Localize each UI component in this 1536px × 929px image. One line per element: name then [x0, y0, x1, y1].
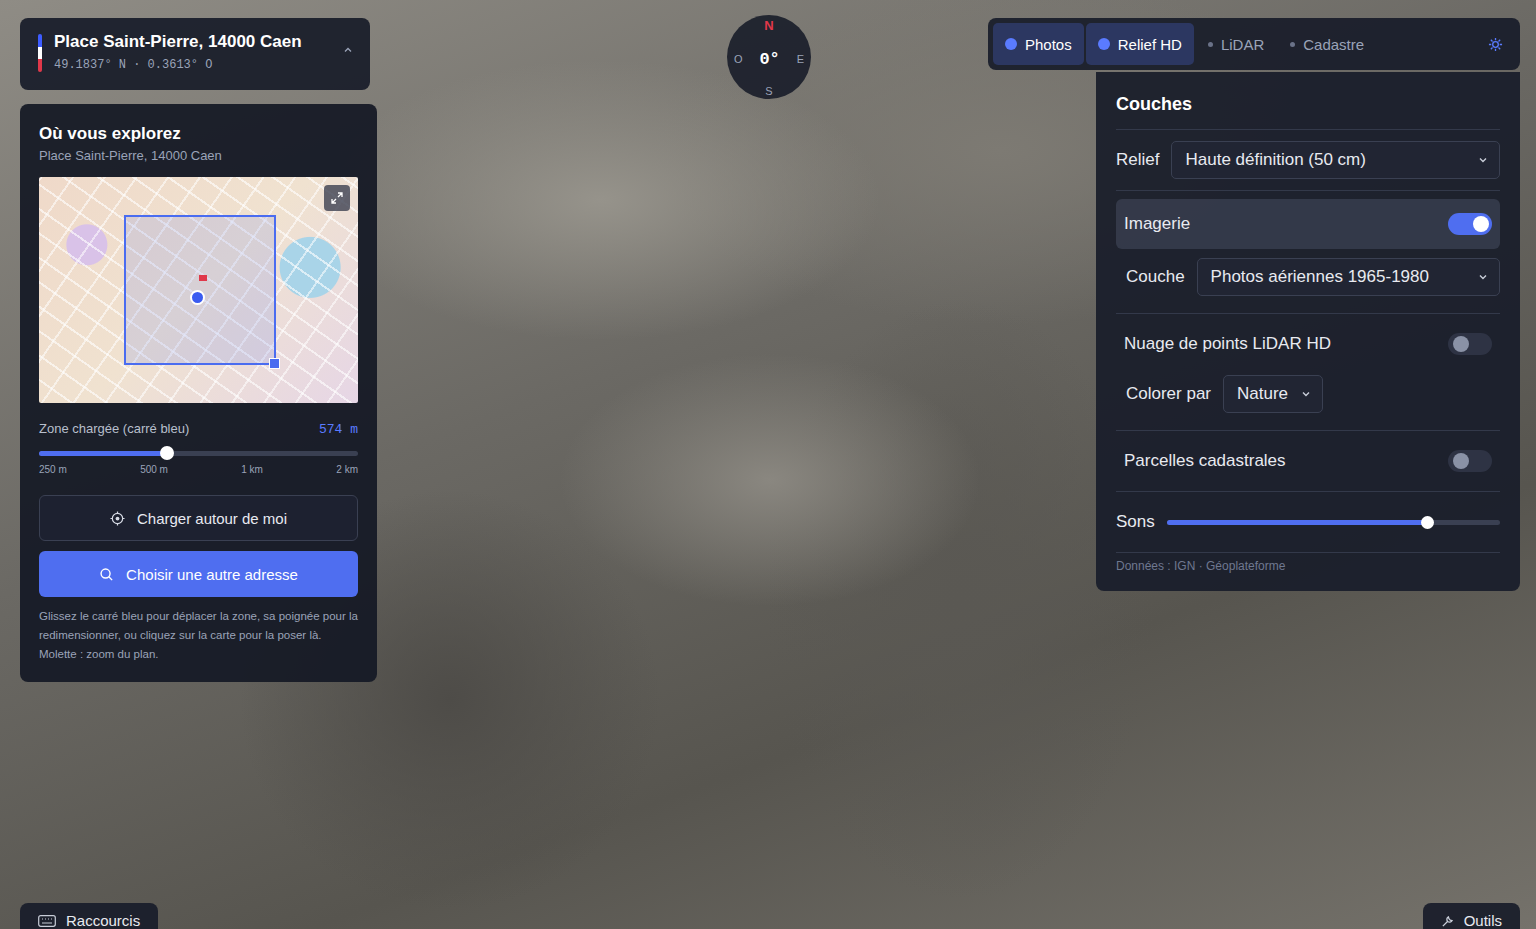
search-address-button[interactable]: Choisir une autre adresse	[39, 551, 358, 597]
layer-tab[interactable]: Photos	[993, 23, 1084, 65]
location-card[interactable]: Place Saint-Pierre, 14000 Caen 49.1837° N…	[20, 18, 370, 90]
zone-label: Zone chargée (carré bleu)	[39, 421, 189, 436]
explore-panel: Où vous explorez Place Saint-Pierre, 1400…	[20, 104, 377, 682]
zone-slider[interactable]	[39, 451, 358, 456]
chevron-up-icon[interactable]	[342, 44, 354, 56]
pin-icon	[199, 275, 207, 281]
compass-east: E	[797, 53, 804, 65]
layer-tab[interactable]: Relief HD	[1086, 23, 1194, 65]
layer-toggle[interactable]	[1448, 450, 1492, 472]
row-label: Colorer par	[1126, 384, 1211, 404]
chevron-down-icon	[1477, 154, 1489, 166]
layer-select[interactable]: Nature	[1223, 375, 1323, 413]
row-label: Imagerie	[1124, 214, 1190, 234]
chevron-down-icon	[1300, 388, 1312, 400]
layer-row: Couche Photos aériennes 1965-1980	[1116, 249, 1500, 305]
flag-icon	[38, 34, 42, 72]
layer-toggle[interactable]	[1448, 333, 1492, 355]
chevron-down-icon	[1477, 271, 1489, 283]
location-title: Place Saint-Pierre, 14000 Caen	[54, 32, 330, 52]
row-label: Parcelles cadastrales	[1124, 451, 1286, 471]
layer-row: Colorer par Nature	[1116, 366, 1500, 422]
layers-panel: Couches Relief Haute définition (50 cm) Ima…	[1096, 72, 1520, 591]
layer-row: Relief Haute définition (50 cm)	[1116, 138, 1500, 182]
layer-row: Parcelles cadastrales	[1116, 439, 1500, 483]
explore-subtitle: Place Saint-Pierre, 14000 Caen	[39, 148, 358, 163]
tools-button[interactable]: Outils	[1423, 903, 1520, 929]
position-dot	[190, 290, 205, 305]
data-source: Données : IGN · Géoplateforme	[1116, 559, 1500, 573]
zone-value: 574 m	[319, 422, 358, 437]
slider-tick: 1 km	[241, 464, 263, 475]
layer-toolbar: PhotosRelief HDLiDARCadastre	[988, 18, 1520, 70]
row-label: Relief	[1116, 150, 1159, 170]
hint-text: Glissez le carré bleu pour déplacer la z…	[39, 607, 358, 664]
slider-thumb[interactable]	[1421, 516, 1434, 529]
map-viewer: Place Saint-Pierre, 14000 Caen 49.1837° N…	[0, 0, 1536, 929]
layer-select[interactable]: Haute définition (50 cm)	[1171, 141, 1500, 179]
compass-west: O	[734, 53, 743, 65]
layer-toggle[interactable]	[1448, 213, 1492, 235]
volume-slider[interactable]	[1167, 520, 1500, 525]
layer-row: Imagerie	[1116, 199, 1500, 249]
layer-group: Sons	[1116, 492, 1500, 553]
layer-group: Nuage de points LiDAR HD Colorer par Natur…	[1116, 314, 1500, 431]
slider-tick: 2 km	[336, 464, 358, 475]
slider-tick: 500 m	[140, 464, 168, 475]
slider-thumb[interactable]	[160, 446, 174, 460]
layer-group: Relief Haute définition (50 cm)	[1116, 130, 1500, 191]
location-coords: 49.1837° N · 0.3613° O	[54, 58, 330, 72]
resize-handle[interactable]	[269, 358, 280, 369]
layers-title: Couches	[1116, 94, 1500, 130]
compass-north: N	[764, 18, 773, 33]
layer-group: Parcelles cadastrales	[1116, 431, 1500, 492]
row-label: Sons	[1116, 512, 1155, 532]
layer-group: Imagerie Couche Photos aériennes 1965-1980	[1116, 191, 1500, 314]
explore-title: Où vous explorez	[39, 124, 358, 144]
layer-row: Sons	[1116, 500, 1500, 544]
compass[interactable]: N O 0° E S	[727, 15, 811, 99]
slider-tick: 250 m	[39, 464, 67, 475]
keyboard-icon	[38, 915, 56, 927]
compass-south: S	[765, 85, 772, 97]
row-label: Nuage de points LiDAR HD	[1124, 334, 1331, 354]
wrench-icon	[1441, 915, 1454, 928]
expand-icon[interactable]	[324, 185, 350, 211]
layer-select[interactable]: Photos aériennes 1965-1980	[1197, 258, 1500, 296]
layer-row: Nuage de points LiDAR HD	[1116, 322, 1500, 366]
search-icon	[99, 567, 114, 582]
layer-tab[interactable]: LiDAR	[1196, 23, 1276, 65]
locate-button[interactable]: Charger autour de moi	[39, 495, 358, 541]
target-icon	[110, 511, 125, 526]
gear-icon[interactable]	[1475, 23, 1515, 65]
layer-tab[interactable]: Cadastre	[1278, 23, 1376, 65]
shortcuts-button[interactable]: Raccourcis	[20, 903, 158, 929]
row-label: Couche	[1126, 267, 1185, 287]
compass-heading: 0°	[759, 50, 779, 69]
mini-map[interactable]	[39, 177, 358, 403]
